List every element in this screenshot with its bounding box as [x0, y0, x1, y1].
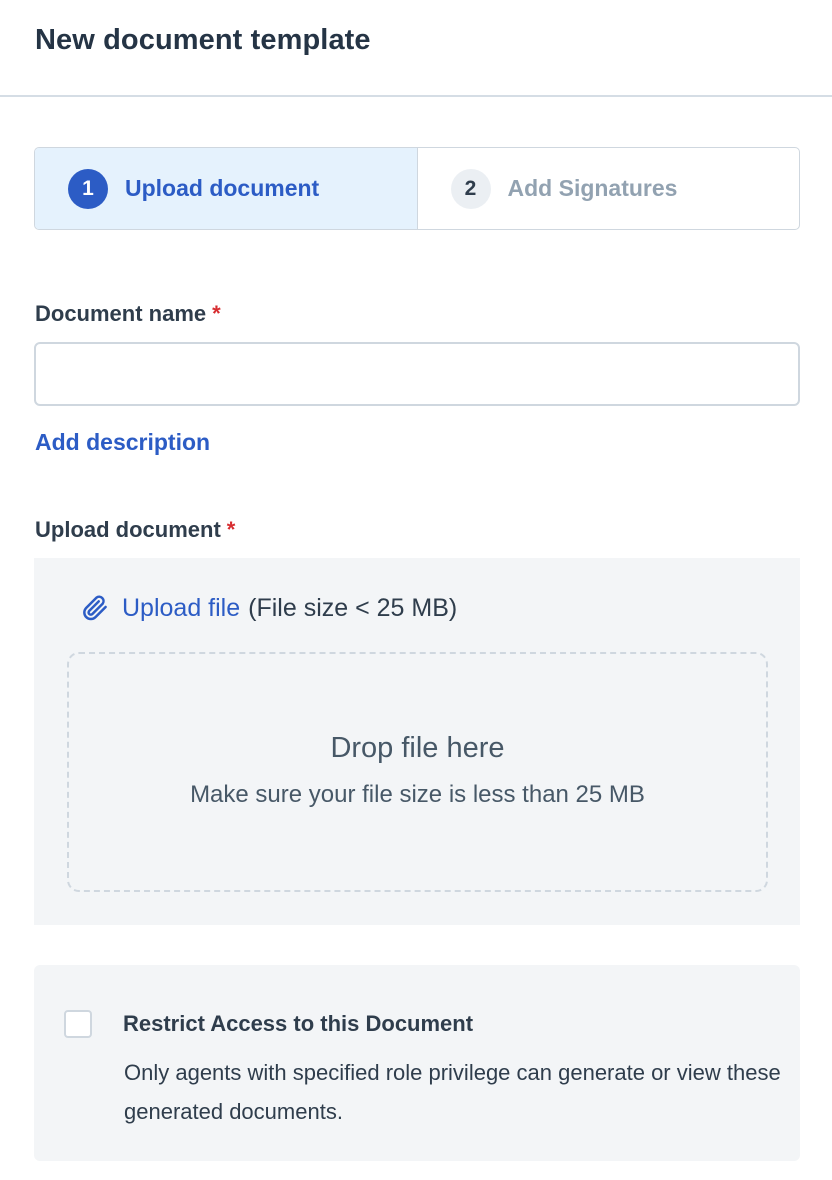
- page-title: New document template: [35, 24, 371, 56]
- step-label: Add Signatures: [507, 175, 678, 201]
- file-size-hint: (File size < 25 MB): [248, 593, 458, 622]
- upload-area: Upload file (File size < 25 MB) Drop fil…: [34, 558, 800, 925]
- restrict-access-checkbox[interactable]: [64, 1010, 92, 1038]
- stepper: 1 Upload document 2 Add Signatures: [34, 147, 800, 230]
- add-description-link[interactable]: Add description: [35, 429, 210, 456]
- step-number-badge: 1: [68, 168, 108, 209]
- step-upload-document[interactable]: 1 Upload document: [35, 148, 418, 229]
- step-add-signatures[interactable]: 2 Add Signatures: [418, 148, 800, 229]
- document-name-input[interactable]: [34, 342, 800, 406]
- restrict-access-panel: Restrict Access to this Document Only ag…: [34, 965, 800, 1161]
- dropzone-subtitle: Make sure your file size is less than 25…: [190, 780, 645, 808]
- paperclip-icon[interactable]: [80, 591, 110, 625]
- upload-document-label: Upload document *: [35, 517, 236, 542]
- restrict-access-title: Restrict Access to this Document: [123, 1011, 474, 1036]
- file-dropzone[interactable]: Drop file here Make sure your file size …: [67, 652, 768, 892]
- restrict-access-description: Only agents with specified role privileg…: [124, 1060, 781, 1124]
- page-header: New document template: [0, 0, 832, 97]
- upload-file-link[interactable]: Upload file: [122, 594, 240, 623]
- required-asterisk: *: [226, 517, 236, 542]
- document-name-label: Document name *: [35, 301, 221, 326]
- upload-row: Upload file (File size < 25 MB): [80, 591, 457, 625]
- step-number-badge: 2: [450, 168, 491, 209]
- step-label: Upload document: [125, 175, 320, 201]
- dropzone-title: Drop file here: [330, 731, 505, 764]
- required-asterisk: *: [212, 301, 221, 326]
